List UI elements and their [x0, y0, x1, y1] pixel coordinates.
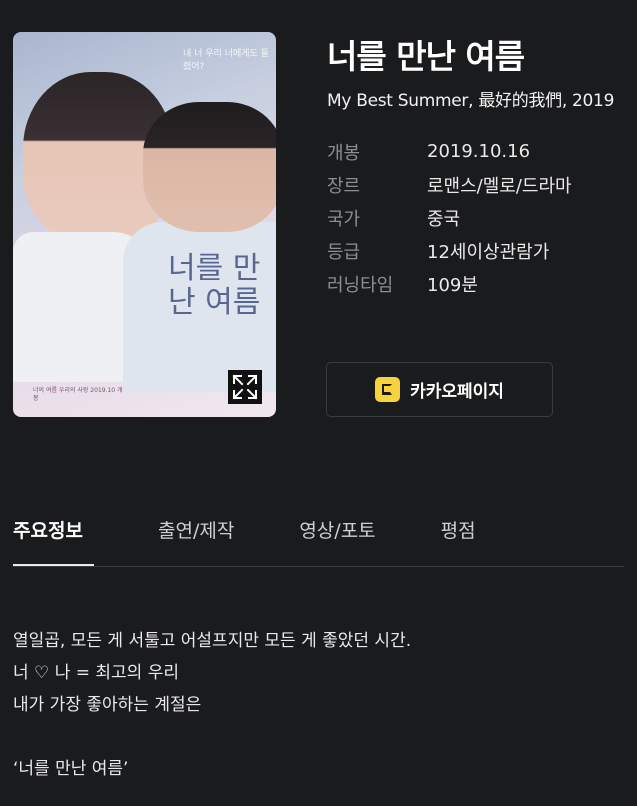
info-label: 등급 — [327, 241, 361, 263]
kakaopage-icon — [375, 377, 401, 402]
info-row-release: 개봉 2019.10.16 — [327, 135, 572, 168]
info-label: 러닝타임 — [327, 274, 394, 296]
poster-figure-boy — [143, 102, 276, 232]
synopsis-line: 열일곱, 모든 게 서툴고 어설프지만 모든 게 좋았던 시간. — [13, 631, 412, 651]
synopsis-line: 내가 가장 좋아하는 계절은 — [13, 695, 202, 715]
info-value: 109분 — [427, 274, 478, 296]
synopsis: 열일곱, 모든 게 서툴고 어설프지만 모든 게 좋았던 시간. 너 ♡ 나 =… — [13, 625, 613, 785]
tab-rating[interactable]: 평점 — [441, 504, 476, 566]
tab-main-info[interactable]: 주요정보 — [13, 504, 94, 566]
poster-credit: 너의 여름 우리의 사랑 2019.10 개봉 — [33, 387, 123, 402]
movie-subtitle: My Best Summer, 最好的我們, 2019 — [327, 91, 615, 111]
movie-title: 너를 만난 여름 — [327, 37, 525, 76]
info-row-country: 국가 중국 — [327, 201, 572, 234]
detail-tabs: 주요정보 출연/제작 영상/포토 평점 — [13, 504, 624, 567]
info-value: 로맨스/멜로/드라마 — [427, 175, 572, 197]
kakaopage-button-label: 카카오페이지 — [410, 382, 504, 402]
info-value: 12세이상관람가 — [427, 241, 550, 263]
movie-poster[interactable]: 내 너 우리 너에게도 들렸어? 너를 만난 여름 너의 여름 우리의 사랑 2… — [13, 32, 276, 417]
poster-tagline: 내 너 우리 너에게도 들렸어? — [183, 49, 269, 72]
poster-title-art: 너를 만난 여름 — [168, 251, 261, 320]
info-row-rating: 등급 12세이상관람가 — [327, 234, 572, 267]
synopsis-line: ‘너를 만난 여름’ — [13, 759, 129, 779]
synopsis-line: 너 ♡ 나 = 최고의 우리 — [13, 663, 179, 683]
info-value: 중국 — [427, 208, 461, 230]
info-label: 개봉 — [327, 142, 361, 164]
tab-cast-crew[interactable]: 출연/제작 — [158, 504, 234, 566]
expand-icon — [232, 374, 258, 400]
info-value: 2019.10.16 — [427, 141, 531, 162]
tab-video-photo[interactable]: 영상/포토 — [299, 504, 375, 566]
synopsis-line — [13, 721, 613, 753]
info-row-runtime: 러닝타임 109분 — [327, 267, 572, 300]
movie-info-list: 개봉 2019.10.16 장르 로맨스/멜로/드라마 국가 중국 등급 12세… — [327, 135, 572, 300]
info-label: 장르 — [327, 175, 361, 197]
info-row-genre: 장르 로맨스/멜로/드라마 — [327, 168, 572, 201]
info-label: 국가 — [327, 208, 361, 230]
kakaopage-button[interactable]: 카카오페이지 — [326, 362, 553, 417]
expand-poster-button[interactable] — [228, 370, 262, 404]
